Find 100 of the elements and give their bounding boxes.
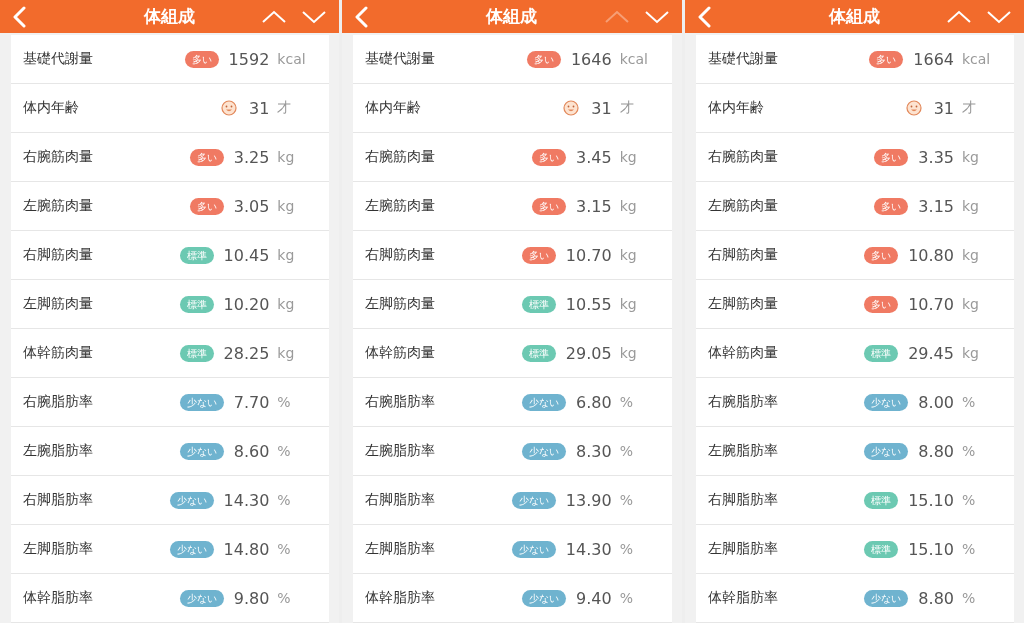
rating-badge: 少ない bbox=[522, 442, 567, 460]
metric-unit: % bbox=[962, 541, 977, 557]
rating-badge: 少ない bbox=[179, 393, 224, 411]
metric-value: 3.15 bbox=[918, 196, 954, 216]
screen-title: 体組成 bbox=[144, 5, 196, 28]
metric-label: 体内年齢 bbox=[23, 99, 79, 117]
screen-title: 体組成 bbox=[828, 5, 880, 28]
metric-unit: % bbox=[277, 590, 292, 606]
metric-label: 基礎代謝量 bbox=[23, 50, 93, 68]
metric-unit: kcal bbox=[619, 51, 649, 67]
rating-badge: 多い bbox=[874, 148, 909, 166]
face-icon bbox=[905, 100, 922, 116]
metric-label: 体内年齢 bbox=[365, 99, 422, 117]
metric-unit: kg bbox=[962, 296, 980, 312]
metric-unit: kg bbox=[619, 296, 638, 312]
metric-label: 左脚脂肪率 bbox=[365, 540, 436, 558]
metric-label: 左腕筋肉量 bbox=[23, 197, 93, 215]
rating-badge: 標準 bbox=[521, 344, 556, 362]
face-icon bbox=[563, 100, 580, 116]
rating-badge: 少ない bbox=[511, 540, 556, 558]
metric-label: 右腕脂肪率 bbox=[23, 393, 93, 411]
rating-badge: 少ない bbox=[864, 589, 909, 607]
metric-value: 10.70 bbox=[908, 294, 954, 314]
metric-value: 7.70 bbox=[233, 392, 270, 412]
metric-unit: % bbox=[619, 394, 634, 410]
metric-value: 3.15 bbox=[576, 196, 612, 216]
metric-value: 31 bbox=[248, 98, 270, 118]
metric-unit: % bbox=[619, 443, 634, 459]
rating-badge: 多い bbox=[864, 246, 899, 264]
metric-label: 右脚脂肪率 bbox=[23, 491, 93, 509]
metric-value: 28.25 bbox=[223, 343, 270, 363]
metric-value: 29.05 bbox=[565, 343, 612, 363]
metric-unit: % bbox=[962, 443, 977, 459]
metric-unit: kg bbox=[619, 247, 638, 263]
rating-badge: 標準 bbox=[521, 295, 556, 313]
metric-unit: kg bbox=[277, 345, 296, 361]
metric-label: 左腕脂肪率 bbox=[365, 442, 436, 460]
metric-unit: kg bbox=[619, 149, 638, 165]
metric-label: 基礎代謝量 bbox=[707, 50, 778, 68]
metric-label: 右脚筋肉量 bbox=[23, 246, 93, 264]
metric-value: 3.25 bbox=[233, 147, 270, 167]
metric-unit: 才 bbox=[619, 99, 635, 117]
metric-unit: % bbox=[619, 492, 634, 508]
rating-badge: 標準 bbox=[864, 540, 899, 558]
metric-value: 1646 bbox=[570, 49, 612, 69]
metric-label: 右腕筋肉量 bbox=[365, 148, 436, 166]
metric-value: 3.45 bbox=[576, 147, 612, 167]
metric-value: 14.30 bbox=[565, 539, 612, 559]
metric-unit: % bbox=[277, 541, 292, 557]
metric-unit: kg bbox=[619, 345, 638, 361]
metric-value: 9.80 bbox=[233, 588, 270, 608]
metric-label: 右脚脂肪率 bbox=[707, 491, 778, 509]
metric-label: 右脚筋肉量 bbox=[707, 246, 778, 264]
metric-value: 15.10 bbox=[908, 539, 954, 559]
metric-label: 左脚筋肉量 bbox=[23, 295, 93, 313]
metric-value: 8.30 bbox=[576, 441, 612, 461]
metric-unit: kg bbox=[619, 198, 638, 214]
rating-badge: 少ない bbox=[864, 442, 909, 460]
metric-label: 体幹脂肪率 bbox=[365, 589, 436, 607]
metric-value: 15.10 bbox=[908, 490, 954, 510]
metric-label: 体幹筋肉量 bbox=[23, 344, 93, 362]
screen-title: 体組成 bbox=[486, 5, 538, 28]
metric-unit: kg bbox=[962, 198, 980, 214]
metric-value: 8.80 bbox=[918, 441, 954, 461]
rating-badge: 標準 bbox=[864, 491, 899, 509]
metric-value: 6.80 bbox=[576, 392, 612, 412]
metric-label: 基礎代謝量 bbox=[365, 50, 436, 68]
metric-unit: % bbox=[962, 394, 977, 410]
metric-value: 8.80 bbox=[918, 588, 954, 608]
metric-unit: kg bbox=[277, 247, 296, 263]
metric-label: 体内年齢 bbox=[707, 99, 764, 117]
metric-label: 右脚脂肪率 bbox=[365, 491, 436, 509]
face-icon bbox=[220, 100, 237, 116]
metric-label: 左脚筋肉量 bbox=[365, 295, 436, 313]
rating-badge: 標準 bbox=[179, 295, 214, 313]
metric-label: 右腕脂肪率 bbox=[365, 393, 436, 411]
metric-label: 体幹脂肪率 bbox=[23, 589, 93, 607]
metric-unit: kg bbox=[277, 296, 296, 312]
metric-value: 3.05 bbox=[233, 196, 270, 216]
metric-value: 10.45 bbox=[223, 245, 270, 265]
metric-label: 左腕筋肉量 bbox=[365, 197, 436, 215]
rating-badge: 少ない bbox=[522, 393, 567, 411]
rating-badge: 少ない bbox=[169, 491, 214, 509]
metric-label: 左腕筋肉量 bbox=[707, 197, 778, 215]
rating-badge: 多い bbox=[532, 148, 567, 166]
rating-badge: 少ない bbox=[179, 589, 224, 607]
metric-value: 14.80 bbox=[223, 539, 270, 559]
metric-value: 13.90 bbox=[565, 490, 612, 510]
metric-unit: 才 bbox=[277, 99, 293, 117]
metric-value: 10.20 bbox=[223, 294, 270, 314]
rating-badge: 少ない bbox=[179, 442, 224, 460]
metric-unit: kg bbox=[277, 149, 296, 165]
rating-badge: 標準 bbox=[864, 344, 899, 362]
rating-badge: 多い bbox=[189, 148, 224, 166]
metric-label: 右腕脂肪率 bbox=[707, 393, 778, 411]
rating-badge: 少ない bbox=[169, 540, 214, 558]
metric-label: 体幹筋肉量 bbox=[365, 344, 436, 362]
metric-value: 1592 bbox=[228, 49, 270, 69]
metric-value: 9.40 bbox=[576, 588, 612, 608]
metric-label: 左脚脂肪率 bbox=[707, 540, 778, 558]
